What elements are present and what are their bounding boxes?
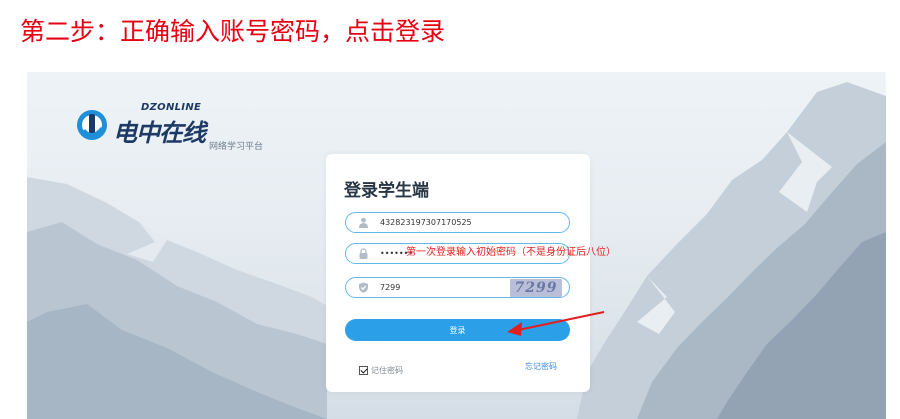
remember-checkbox[interactable]: [359, 366, 368, 375]
remember-password[interactable]: 记住密码: [359, 360, 403, 379]
user-icon: [359, 217, 368, 228]
captcha-image[interactable]: 7299: [510, 279, 562, 297]
brand-chinese-name: 电中在线: [113, 119, 206, 147]
shield-icon: [359, 282, 368, 293]
login-title: 登录学生端: [344, 181, 429, 201]
forgot-password-link[interactable]: 忘记密码: [525, 361, 557, 372]
annotation-note: 第一次登录输入初始密码（不是身份证后八位）: [406, 247, 616, 258]
brand-english-name: DZONLINE: [141, 102, 202, 113]
login-button[interactable]: 登录: [345, 319, 570, 341]
captcha-field[interactable]: 7299: [345, 277, 570, 298]
login-card: 登录学生端 7299 登录 记住密码: [326, 154, 590, 392]
brand-subtitle: 网络学习平台: [209, 142, 264, 152]
lock-icon: [359, 248, 368, 259]
captcha-input[interactable]: [380, 278, 500, 297]
remember-label: 记住密码: [371, 366, 403, 375]
step-title: 第二步：正确输入账号密码，点击登录: [20, 17, 446, 46]
dz-logo-icon: [77, 110, 107, 140]
username-field[interactable]: [345, 212, 570, 233]
username-input[interactable]: [380, 213, 500, 232]
